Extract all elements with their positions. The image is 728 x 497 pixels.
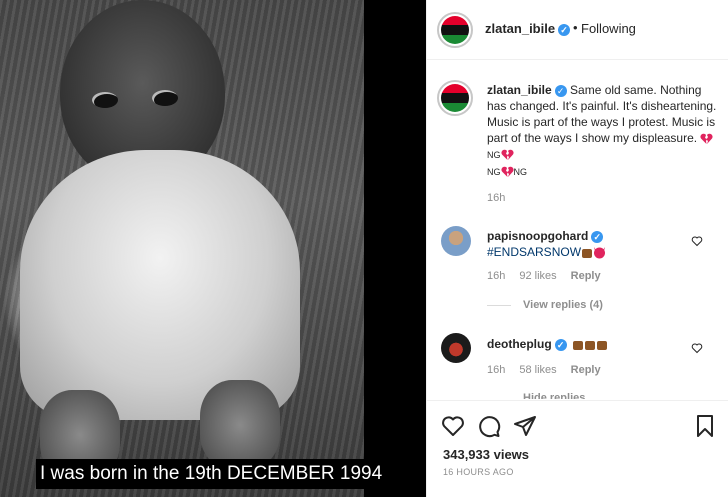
- flag-text: NG: [487, 150, 501, 160]
- comment-emojis: [572, 337, 608, 351]
- header-separator: •: [573, 20, 578, 35]
- devil-face-icon: [594, 247, 606, 259]
- view-count[interactable]: 343,933 views: [443, 447, 529, 462]
- caption-avatar[interactable]: [437, 80, 473, 116]
- post-header: zlatan_ibile ✓ • Following: [427, 0, 728, 60]
- raised-fist-icon: [584, 340, 595, 350]
- heart-icon[interactable]: [441, 414, 465, 438]
- comment-time[interactable]: 16h: [487, 270, 505, 282]
- header-username-row[interactable]: zlatan_ibile ✓: [485, 21, 571, 36]
- reply-button[interactable]: Reply: [571, 270, 601, 282]
- broken-heart-icon: [500, 166, 514, 177]
- hide-replies-button[interactable]: Hide replies: [523, 393, 585, 399]
- broken-heart-icon: [700, 133, 713, 144]
- baby-photo: [0, 0, 364, 497]
- verified-icon: ✓: [591, 230, 604, 243]
- bookmark-icon[interactable]: [693, 414, 717, 438]
- photo-eye-right: [152, 90, 178, 106]
- header-username[interactable]: zlatan_ibile: [485, 21, 555, 36]
- like-comment-icon[interactable]: [691, 235, 703, 247]
- verified-icon: ✓: [558, 23, 571, 36]
- video-caption: I was born in the 19th DECEMBER 1994: [36, 459, 387, 489]
- view-replies-label: View replies (4): [523, 299, 603, 311]
- comment-text-row[interactable]: #ENDSARSNOW: [487, 245, 606, 259]
- caption-username[interactable]: zlatan_ibile: [487, 83, 552, 97]
- raised-fist-icon: [582, 248, 593, 258]
- commenter-avatar[interactable]: [441, 226, 471, 256]
- flag-text: NG: [513, 167, 528, 177]
- comment-meta: 16h 92 likes Reply: [487, 270, 615, 282]
- flag-avatar-icon: [441, 84, 469, 112]
- photo-body: [20, 150, 300, 420]
- like-comment-icon[interactable]: [691, 342, 703, 354]
- caption-text: zlatan_ibile ✓ Same old same. Nothing has…: [487, 82, 717, 180]
- share-icon[interactable]: [513, 414, 537, 438]
- post-actions: 343,933 views 16 HOURS AGO: [427, 400, 728, 497]
- verified-icon: ✓: [554, 338, 567, 351]
- reply-button[interactable]: Reply: [571, 364, 601, 376]
- caption-time[interactable]: 16h: [487, 192, 505, 204]
- replies-divider: [487, 304, 511, 306]
- post-side-panel: zlatan_ibile ✓ • Following zlatan_ibile ✓ …: [426, 0, 728, 497]
- comment-time[interactable]: 16h: [487, 364, 505, 376]
- comment-icon[interactable]: [477, 414, 501, 438]
- photo-leg-right: [200, 380, 280, 470]
- photo-eye-left: [92, 92, 118, 108]
- view-replies-button[interactable]: View replies (4): [487, 299, 603, 311]
- post-media[interactable]: I was born in the 19th DECEMBER 1994: [0, 0, 426, 497]
- flag-avatar-icon: [441, 16, 469, 44]
- verified-icon: ✓: [554, 84, 567, 97]
- following-button[interactable]: Following: [581, 21, 636, 36]
- raised-fist-icon: [596, 340, 607, 350]
- comment-hashtag[interactable]: #ENDSARSNOW: [487, 245, 581, 259]
- profile-avatar[interactable]: [437, 12, 473, 48]
- comment-username[interactable]: deotheplug: [487, 337, 552, 351]
- commenter-avatar[interactable]: [441, 333, 471, 363]
- post-timestamp[interactable]: 16 HOURS AGO: [443, 467, 514, 477]
- comment-meta: 16h 58 likes Reply: [487, 364, 615, 376]
- comment-username-row[interactable]: papisnoopgohard ✓: [487, 229, 604, 243]
- comment-likes[interactable]: 92 likes: [519, 270, 556, 282]
- flag-text: NG: [487, 167, 501, 177]
- comment-likes[interactable]: 58 likes: [519, 364, 556, 376]
- broken-heart-icon: [500, 149, 514, 160]
- comment-username-row[interactable]: deotheplug ✓: [487, 337, 608, 351]
- comment-username[interactable]: papisnoopgohard: [487, 229, 588, 243]
- raised-fist-icon: [572, 340, 583, 350]
